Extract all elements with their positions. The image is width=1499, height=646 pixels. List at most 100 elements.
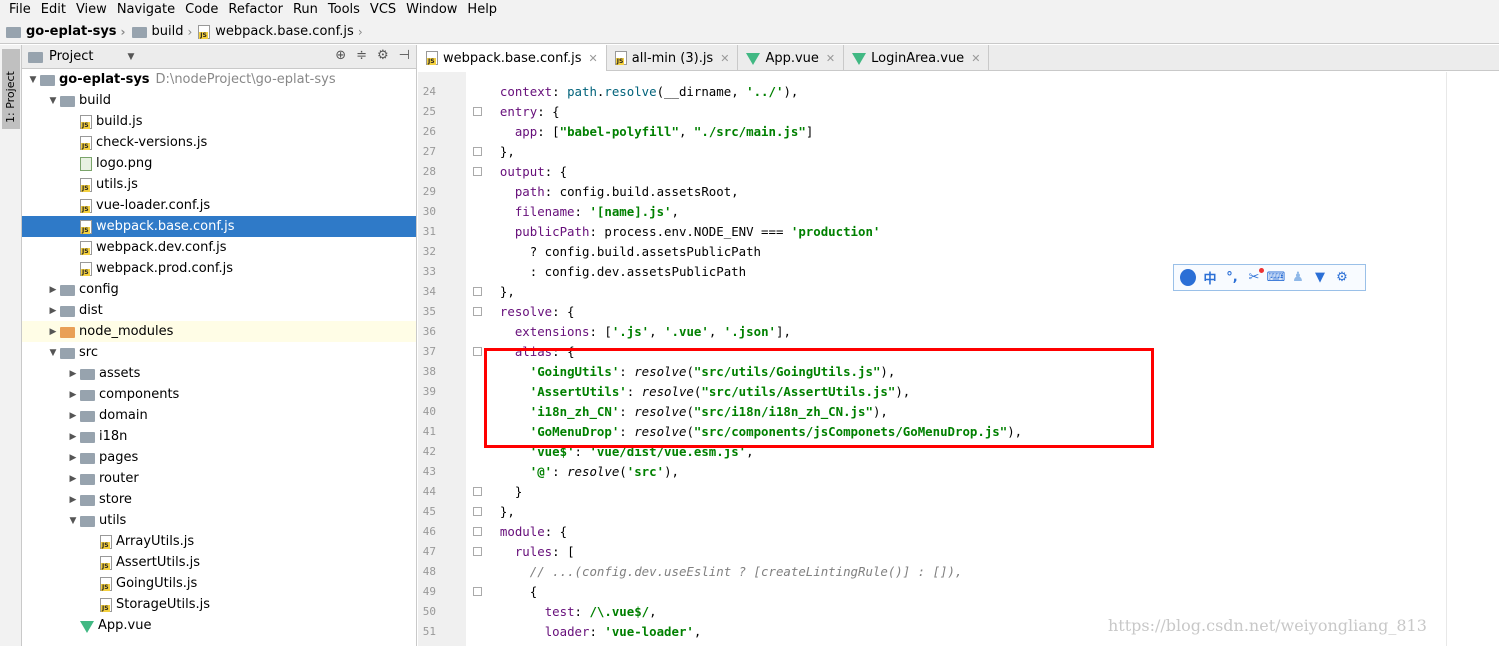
chevron-right-icon[interactable]: ▶ [66, 432, 80, 442]
line-number: 29 [422, 185, 436, 198]
hide-panel-icon[interactable]: ⊣ [399, 48, 410, 63]
fold-marker-icon[interactable] [473, 287, 482, 296]
skin-icon[interactable]: ▼ [1312, 270, 1328, 286]
locate-icon[interactable]: ⊕ [335, 48, 346, 63]
chevron-down-icon[interactable]: ▼ [46, 96, 60, 106]
close-icon[interactable]: ✕ [720, 52, 729, 65]
menu-tools[interactable]: Tools [323, 1, 365, 19]
menu-refactor[interactable]: Refactor [223, 1, 288, 19]
chevron-right-icon[interactable]: ▶ [66, 474, 80, 484]
fold-marker-icon[interactable] [473, 167, 482, 176]
menu-view[interactable]: View [71, 1, 112, 19]
breadcrumb-file[interactable]: webpack.base.conf.js › [198, 24, 366, 39]
close-icon[interactable]: ✕ [971, 52, 980, 65]
punctuation-icon[interactable]: °, [1224, 270, 1240, 286]
keyboard-icon[interactable]: ⌨ [1267, 270, 1286, 286]
line-number: 34 [422, 285, 436, 298]
tree-file[interactable]: vue-loader.conf.js [22, 195, 416, 216]
menu-navigate[interactable]: Navigate [112, 1, 180, 19]
js-file-icon [80, 198, 92, 213]
editor-tab[interactable]: LoginArea.vue ✕ [844, 45, 990, 71]
menu-code[interactable]: Code [180, 1, 223, 19]
fold-marker-icon[interactable] [473, 507, 482, 516]
user-icon[interactable] [1180, 269, 1196, 286]
tree-file[interactable]: StorageUtils.js [22, 594, 416, 615]
tree-file[interactable]: webpack.prod.conf.js [22, 258, 416, 279]
fold-marker-icon[interactable] [473, 307, 482, 316]
person-icon[interactable]: ♟ [1290, 270, 1306, 286]
tree-file[interactable]: build.js [22, 111, 416, 132]
project-tool-tab[interactable]: 1: Project [2, 49, 20, 129]
close-icon[interactable]: ✕ [826, 52, 835, 65]
tree-folder[interactable]: ▶ components [22, 384, 416, 405]
tree-folder[interactable]: ▶ pages [22, 447, 416, 468]
chevron-right-icon[interactable]: ▶ [46, 327, 60, 337]
menu-file[interactable]: File [4, 1, 36, 19]
scissors-icon[interactable]: ✂ [1246, 267, 1264, 286]
fold-marker-icon[interactable] [473, 547, 482, 556]
chevron-right-icon[interactable]: ▶ [66, 390, 80, 400]
tree-folder[interactable]: ▶ config [22, 279, 416, 300]
code-line: 31 publicPath: process.env.NODE_ENV === … [418, 222, 1446, 242]
fold-marker-icon[interactable] [473, 487, 482, 496]
tree-file[interactable]: webpack.dev.conf.js [22, 237, 416, 258]
tree-folder[interactable]: ▶ domain [22, 405, 416, 426]
line-number: 31 [422, 225, 436, 238]
collapse-all-icon[interactable]: ≑ [356, 48, 367, 63]
chevron-right-icon[interactable]: ▶ [66, 369, 80, 379]
fold-marker-icon[interactable] [473, 147, 482, 156]
tree-item-label: AssertUtils.js [116, 555, 201, 570]
tree-file[interactable]: utils.js [22, 174, 416, 195]
tree-item-label: src [79, 345, 98, 360]
editor-tab[interactable]: App.vue ✕ [738, 45, 845, 71]
folder-icon [60, 96, 75, 107]
breadcrumb-project[interactable]: go-eplat-sys › [6, 24, 130, 39]
menu-edit[interactable]: Edit [36, 1, 71, 19]
tree-folder[interactable]: ▶ store [22, 489, 416, 510]
fold-marker-icon[interactable] [473, 587, 482, 596]
tree-file[interactable]: webpack.base.conf.js [22, 216, 416, 237]
tree-file[interactable]: check-versions.js [22, 132, 416, 153]
tree-folder[interactable]: ▼ utils [22, 510, 416, 531]
chevron-right-icon[interactable]: ▶ [46, 306, 60, 316]
chinese-mode-icon[interactable]: 中 [1202, 270, 1218, 287]
tree-file[interactable]: AssertUtils.js [22, 552, 416, 573]
chevron-down-icon[interactable]: ▼ [66, 516, 80, 526]
breadcrumb-folder[interactable]: build › [131, 24, 197, 39]
gear-icon[interactable]: ⚙ [377, 48, 389, 63]
tree-folder[interactable]: ▼ go-eplat-sys D:\nodeProject\go-eplat-sys [22, 69, 416, 90]
tree-folder[interactable]: ▶ router [22, 468, 416, 489]
close-icon[interactable]: ✕ [589, 52, 598, 65]
tree-file[interactable]: ArrayUtils.js [22, 531, 416, 552]
editor-tab[interactable]: all-min (3).js ✕ [607, 45, 739, 71]
editor-tab[interactable]: webpack.base.conf.js ✕ [418, 45, 607, 71]
line-number: 39 [422, 385, 436, 398]
fold-marker-icon[interactable] [473, 107, 482, 116]
tree-folder[interactable]: ▼ src [22, 342, 416, 363]
chevron-right-icon[interactable]: ▶ [66, 495, 80, 505]
chevron-right-icon[interactable]: ▶ [46, 285, 60, 295]
tree-file[interactable]: GoingUtils.js [22, 573, 416, 594]
tree-folder[interactable]: ▼ build [22, 90, 416, 111]
tool-window-strip: 1: Project [0, 45, 22, 646]
chevron-right-icon[interactable]: ▶ [66, 453, 80, 463]
chevron-down-icon[interactable]: ▼ [26, 75, 40, 85]
tree-folder[interactable]: ▶ node_modules [22, 321, 416, 342]
tree-item-label: utils [99, 513, 127, 528]
menu-window[interactable]: Window [401, 1, 462, 19]
tree-file[interactable]: App.vue [22, 615, 416, 636]
tree-folder[interactable]: ▶ dist [22, 300, 416, 321]
settings-icon[interactable]: ⚙ [1334, 270, 1350, 286]
chevron-down-icon[interactable]: ▼ [46, 348, 60, 358]
tree-file[interactable]: logo.png [22, 153, 416, 174]
fold-marker-icon[interactable] [473, 347, 482, 356]
fold-marker-icon[interactable] [473, 527, 482, 536]
tree-item-label: webpack.dev.conf.js [96, 240, 227, 255]
tree-folder[interactable]: ▶ assets [22, 363, 416, 384]
menu-run[interactable]: Run [288, 1, 323, 19]
tree-folder[interactable]: ▶ i18n [22, 426, 416, 447]
project-view-selector[interactable]: Project ▼ [28, 49, 134, 64]
menu-help[interactable]: Help [462, 1, 502, 19]
menu-vcs[interactable]: VCS [365, 1, 401, 19]
chevron-right-icon[interactable]: ▶ [66, 411, 80, 421]
